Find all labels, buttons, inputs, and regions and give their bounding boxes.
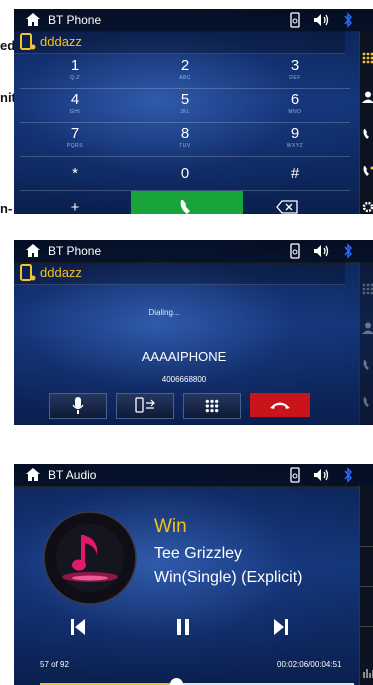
dialpad-button[interactable] [183,393,241,419]
backspace-icon[interactable] [276,200,298,214]
key-0[interactable]: 0 [130,157,240,191]
home-icon[interactable] [25,467,41,482]
bt-phone-dialing-screen: BT Phone dddazz Dialing... AAAAIPHONE 40… [14,240,373,425]
key-hash[interactable]: # [240,157,350,191]
caller-name: AAAAIPHONE [141,349,227,364]
key-2[interactable]: 2 ABC [130,55,240,89]
phone-link-icon [290,12,300,28]
hang-up-icon [270,402,290,409]
side-menu [359,486,373,685]
contacts-icon[interactable] [362,91,373,103]
call-history-icon [363,360,369,370]
mobile-phone-icon [20,33,36,50]
transfer-to-phone-icon [135,397,155,413]
screen-title: BT Audio [48,468,97,482]
previous-track-icon[interactable] [71,618,85,636]
key-7[interactable]: 7 PQRS [20,123,130,157]
next-track-icon[interactable] [274,618,288,636]
pause-icon[interactable] [176,619,190,635]
key-3[interactable]: 3 DEF [240,55,350,89]
phone-link-icon [290,467,300,483]
contact-row: dddazz [14,31,345,54]
microphone-icon [72,397,84,414]
contact-name: dddazz [40,265,82,280]
status-bar: BT Phone [14,9,373,32]
phone-link-icon [290,243,300,259]
album-art [43,511,137,605]
call-button[interactable] [131,191,243,214]
bluetooth-icon [344,12,352,28]
equalizer-icon[interactable] [362,666,373,678]
call-status-text: Dialing... [148,308,180,317]
dialpad-icon[interactable] [362,52,373,64]
progress-knob[interactable] [169,678,183,685]
key-star[interactable]: * [20,157,130,191]
phone-settings-icon [363,397,369,407]
contact-name: dddazz [40,34,82,49]
track-title: Win [154,516,187,537]
side-menu [359,262,373,425]
home-icon[interactable] [25,12,41,27]
mobile-phone-icon [20,264,36,281]
screen-title: BT Phone [48,13,102,27]
contacts-icon [362,322,373,334]
status-bar: BT Audio [14,464,373,487]
settings-icon[interactable] [362,201,373,213]
track-index: 57 of 92 [40,660,69,669]
contact-row: dddazz [14,262,345,285]
background-text-fragment: n- [0,201,13,216]
bt-phone-keypad-screen: BT Phone dddazz 1 Q.Z 2 ABC 3 DEF 4 GHI … [14,9,373,214]
key-6[interactable]: 6 MNO [240,89,350,123]
bluetooth-icon [344,467,352,483]
volume-icon [314,245,329,257]
background-text-fragment: ed [0,38,16,53]
phone-settings-icon[interactable] [362,165,373,177]
volume-icon [314,14,329,26]
key-9[interactable]: 9 WXYZ [240,123,350,157]
key-8[interactable]: 8 TUV [130,123,240,157]
screen-title: BT Phone [48,244,102,258]
side-menu [359,31,373,214]
plus-button[interactable]: + [20,191,130,215]
home-icon[interactable] [25,243,41,258]
status-bar: BT Phone [14,240,373,263]
dialpad-icon [205,399,219,413]
album-name: Win(Single) (Explicit) [154,569,303,586]
key-5[interactable]: 5 JKL [130,89,240,123]
mute-microphone-button[interactable] [49,393,107,419]
call-icon [180,200,190,214]
playback-time: 00:02:06/00:04:51 [277,660,342,669]
key-4[interactable]: 4 GHI [20,89,130,123]
key-1[interactable]: 1 Q.Z [20,55,130,89]
bt-audio-screen: BT Audio Win Tee Grizzley Win(Single) (E… [14,464,373,685]
artist-name: Tee Grizzley [154,545,243,562]
dialpad-icon [362,283,373,295]
bluetooth-icon [344,243,352,259]
volume-icon [314,469,329,481]
hang-up-button[interactable] [250,393,310,417]
call-history-icon[interactable] [362,128,373,140]
transfer-audio-button[interactable] [116,393,174,419]
caller-number: 4006668800 [161,375,207,384]
